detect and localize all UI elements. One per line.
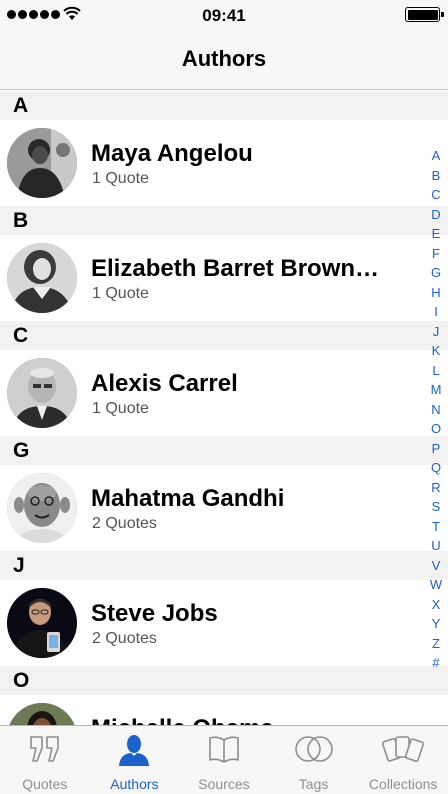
- quote-count: 1 Quote: [92, 400, 149, 417]
- author-row-maya-angelou[interactable]: Maya Angelou 1 Quote: [0, 120, 448, 206]
- author-row-steve-jobs[interactable]: Steve Jobs 2 Quotes: [0, 580, 448, 666]
- index-letter[interactable]: W: [430, 575, 442, 595]
- author-name: Steve Jobs: [91, 600, 218, 627]
- author-photo-icon: [7, 703, 77, 725]
- author-photo-icon: [7, 358, 77, 428]
- section-header-c: C: [0, 321, 448, 350]
- author-photo-icon: [7, 473, 77, 543]
- author-name: Alexis Carrel: [91, 370, 238, 397]
- status-bar: 09:41: [0, 0, 448, 30]
- author-name: Michelle Obama: [91, 715, 274, 725]
- index-letter[interactable]: S: [432, 497, 441, 517]
- author-name: Elizabeth Barret Brown…: [91, 255, 380, 282]
- index-letter[interactable]: #: [432, 653, 439, 673]
- avatar: [7, 128, 77, 198]
- index-letter[interactable]: M: [431, 380, 442, 400]
- section-header-o: O: [0, 666, 448, 695]
- author-photo-icon: [7, 128, 77, 198]
- navigation-bar: Authors: [0, 30, 448, 90]
- status-time: 09:41: [202, 6, 246, 25]
- author-name: Mahatma Gandhi: [91, 485, 285, 512]
- battery-icon: [405, 7, 444, 22]
- tab-collections[interactable]: Collections: [358, 726, 448, 794]
- tags-icon: [294, 736, 333, 762]
- person-icon: [119, 735, 150, 766]
- index-letter[interactable]: Y: [432, 614, 441, 634]
- tab-label: Sources: [198, 776, 250, 792]
- index-letter[interactable]: K: [432, 341, 441, 361]
- author-row-michelle-obama[interactable]: Michelle Obama: [0, 695, 448, 725]
- index-letter[interactable]: G: [431, 263, 441, 283]
- quote-count: 2 Quotes: [92, 515, 157, 532]
- index-letter[interactable]: B: [432, 166, 441, 186]
- author-photo-icon: [7, 588, 77, 658]
- author-row-mahatma-gandhi[interactable]: Mahatma Gandhi 2 Quotes: [0, 465, 448, 551]
- index-letter[interactable]: R: [431, 478, 440, 498]
- section-header-b: B: [0, 206, 448, 235]
- index-letter[interactable]: A: [432, 146, 441, 166]
- index-letter[interactable]: E: [432, 224, 441, 244]
- authors-list[interactable]: A Maya Angelou 1 Quote B Elizabeth Barre…: [0, 91, 448, 725]
- book-icon: [209, 736, 239, 763]
- index-letter[interactable]: U: [431, 536, 440, 556]
- tab-label: Quotes: [22, 776, 68, 792]
- avatar: [7, 703, 77, 725]
- tab-label: Authors: [110, 776, 159, 792]
- tab-label: Collections: [368, 776, 438, 792]
- index-letter[interactable]: L: [432, 361, 439, 381]
- quote-count: 1 Quote: [92, 170, 149, 187]
- author-name: Maya Angelou: [91, 140, 253, 167]
- avatar: [7, 358, 77, 428]
- tab-sources[interactable]: Sources: [179, 726, 269, 794]
- author-row-elizabeth-barret-browning[interactable]: Elizabeth Barret Brown… 1 Quote: [0, 235, 448, 321]
- tab-tags[interactable]: Tags: [269, 726, 359, 794]
- index-letter[interactable]: Z: [432, 634, 440, 654]
- tab-quotes[interactable]: Quotes: [0, 726, 90, 794]
- index-letter[interactable]: X: [432, 595, 441, 615]
- index-letter[interactable]: P: [432, 439, 441, 459]
- index-letter[interactable]: D: [431, 205, 440, 225]
- tab-authors[interactable]: Authors: [90, 726, 180, 794]
- avatar: [7, 473, 77, 543]
- avatar: [7, 588, 77, 658]
- section-header-j: J: [0, 551, 448, 580]
- cards-icon: [382, 736, 425, 762]
- index-letter[interactable]: V: [432, 556, 441, 576]
- index-letter[interactable]: F: [432, 244, 440, 264]
- page-title: Authors: [181, 46, 267, 71]
- index-letter[interactable]: I: [434, 302, 438, 322]
- tab-bar: Quotes Authors Sources Tags Collections: [0, 725, 448, 794]
- section-header-a: A: [0, 91, 448, 120]
- section-header-g: G: [0, 436, 448, 465]
- author-photo-icon: [7, 243, 77, 313]
- quote-count: 2 Quotes: [92, 630, 157, 647]
- index-letter[interactable]: T: [432, 517, 440, 537]
- avatar: [7, 243, 77, 313]
- index-letter[interactable]: C: [431, 185, 440, 205]
- index-letter[interactable]: H: [431, 283, 440, 303]
- quote-count: 1 Quote: [92, 285, 149, 302]
- quote-icon: [29, 736, 59, 762]
- author-row-alexis-carrel[interactable]: Alexis Carrel 1 Quote: [0, 350, 448, 436]
- tab-label: Tags: [298, 776, 329, 792]
- index-letter[interactable]: O: [431, 419, 441, 439]
- index-letter[interactable]: N: [431, 400, 440, 420]
- index-letter[interactable]: Q: [431, 458, 441, 478]
- section-index[interactable]: A B C D E F G H I J K L M N O P Q R S T U V W X Y Z #: [428, 146, 444, 673]
- index-letter[interactable]: J: [433, 322, 440, 342]
